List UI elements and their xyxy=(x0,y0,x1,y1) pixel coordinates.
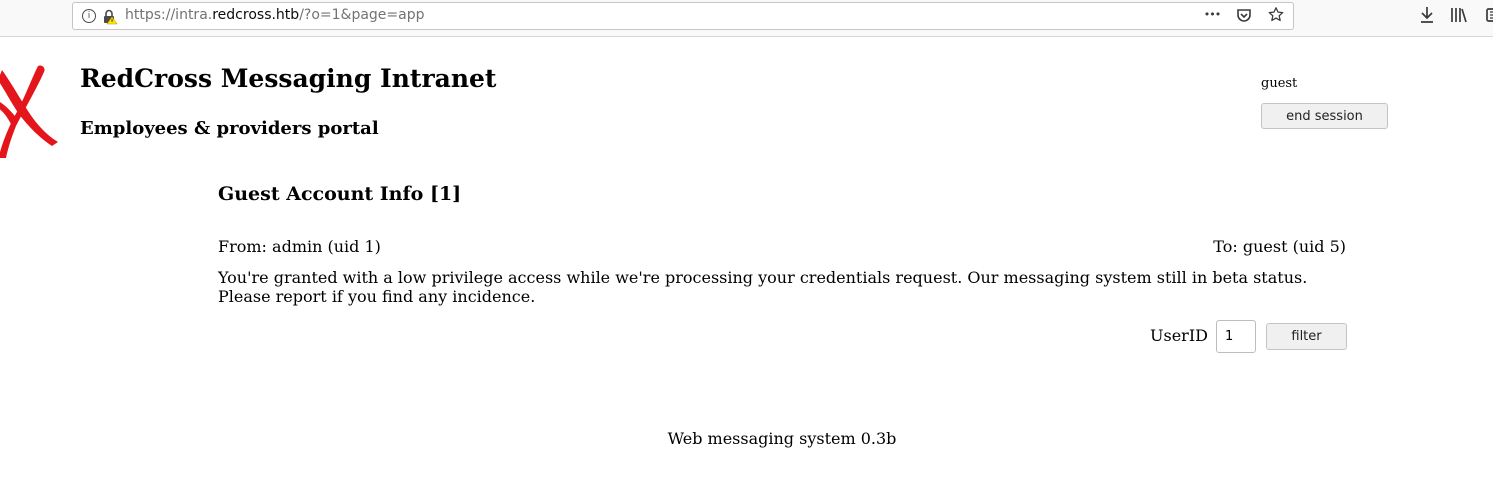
toolbar-right xyxy=(1418,6,1493,24)
browser-toolbar: i https://intra.redcross.htb/?o=1&page=a… xyxy=(0,0,1493,37)
downloads-icon[interactable] xyxy=(1418,6,1436,24)
url-suffix: /?o=1&page=app xyxy=(299,7,425,23)
message-from: From: admin (uid 1) xyxy=(218,237,381,256)
footer-text: Web messaging system 0.3b xyxy=(667,429,897,448)
session-username: guest xyxy=(1261,76,1298,91)
url-prefix: https://intra. xyxy=(125,7,213,23)
sidebar-icon[interactable] xyxy=(1482,7,1493,23)
message-to: To: guest (uid 5) xyxy=(1213,237,1346,256)
url-actions: ••• xyxy=(1203,6,1285,23)
userid-input[interactable] xyxy=(1216,320,1256,353)
url-host: redcross.htb xyxy=(212,7,300,23)
library-icon[interactable] xyxy=(1450,7,1468,23)
url-bar[interactable]: i https://intra.redcross.htb/?o=1&page=a… xyxy=(72,2,1294,30)
pocket-icon[interactable] xyxy=(1235,7,1253,23)
userid-label: UserID xyxy=(1150,326,1208,345)
page-actions-icon[interactable]: ••• xyxy=(1203,8,1221,21)
info-icon[interactable]: i xyxy=(82,9,96,23)
red-cross-x-logo xyxy=(0,65,58,158)
insecure-lock-icon[interactable] xyxy=(102,9,118,25)
site-subtitle: Employees & providers portal xyxy=(80,118,379,139)
url-text[interactable]: https://intra.redcross.htb/?o=1&page=app xyxy=(125,7,425,23)
end-session-button[interactable]: end session xyxy=(1261,103,1388,129)
message-body: You're granted with a low privilege acce… xyxy=(218,268,1308,306)
filter-button[interactable]: filter xyxy=(1266,323,1347,350)
bookmark-star-icon[interactable] xyxy=(1267,6,1285,23)
message-title: Guest Account Info [1] xyxy=(218,183,462,205)
site-title: RedCross Messaging Intranet xyxy=(80,64,497,93)
